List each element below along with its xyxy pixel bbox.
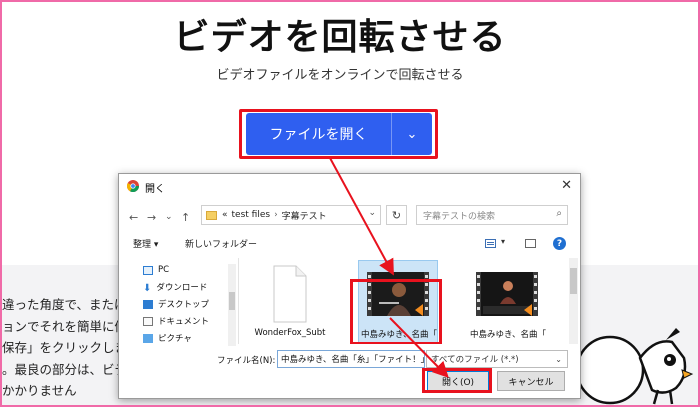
open-file-dialog[interactable]: 開く ✕ ← → ⌄ ↑ « test files › 字幕テスト ⌄ ↻ 字幕… [118,173,581,399]
selected-file-highlight [350,279,442,344]
organize-menu[interactable]: 整理 ▾ [133,237,158,250]
help-icon[interactable]: ? [553,237,566,250]
page-subtitle: ビデオファイルをオンラインで回転させる [216,68,464,83]
breadcrumb-segment[interactable]: 字幕テスト [282,209,327,222]
new-folder-button[interactable]: 新しいフォルダー [185,237,257,250]
navigation-pane: PC ⬇ ダウンロード デスクトップ ドキュメント ピクチャ [119,258,239,344]
file-item[interactable]: WonderFox_Subt [247,258,333,344]
breadcrumb-separator: › [274,210,278,220]
file-label: WonderFox_Subt [254,328,326,338]
sidebar-item-pictures[interactable]: ピクチャ [143,330,192,346]
address-prefix: « [222,210,228,220]
description-line: かかりません [2,383,77,398]
open-file-button[interactable]: ファイルを開く ⌄ [246,113,432,155]
file-list: WonderFox_Subt 中島みゆき、名曲「 中島みゆき、名曲「 [243,258,567,344]
desktop-icon [143,299,153,309]
filename-input[interactable]: 中島みゆき、名曲「糸」「ファイト！」 [277,350,425,368]
chevron-down-icon[interactable]: ⌄ [555,355,562,364]
documents-icon [143,316,153,326]
description-line: 保存」をクリックしま [2,340,128,355]
sidebar-item-desktop[interactable]: デスクトップ [143,296,209,312]
chrome-icon [127,180,139,192]
breadcrumb-segment[interactable]: test files [232,210,271,220]
filename-label: ファイル名(N): [217,356,276,366]
preview-pane-icon[interactable] [525,239,536,248]
sidebar-item-label: ピクチャ [158,334,192,344]
back-arrow-icon[interactable]: ← [129,211,138,224]
view-dropdown-icon[interactable]: ▾ [501,237,505,246]
page-title: ビデオを回転させる [173,17,507,58]
navigation-scrollbar[interactable] [228,264,236,346]
search-input[interactable]: 字幕テストの検索 ⌕ [416,205,568,225]
dialog-toolbar: 整理 ▾ 新しいフォルダー ▾ ? [119,232,580,254]
chevron-down-icon[interactable]: ⌄ [368,208,376,218]
file-list-scrollbar[interactable] [569,258,578,344]
mascot-illustration [580,328,694,405]
sidebar-item-label: デスクトップ [158,300,210,310]
search-placeholder: 字幕テストの検索 [423,211,496,222]
open-button-highlight [422,368,492,393]
open-file-button-label[interactable]: ファイルを開く [246,113,392,155]
chevron-down-icon[interactable]: ⌄ [392,113,432,155]
sidebar-item-label: ドキュメント [158,317,210,327]
refresh-icon[interactable]: ↻ [386,205,407,225]
forward-arrow-icon[interactable]: → [147,211,156,224]
pc-icon [143,265,153,275]
up-arrow-icon[interactable]: ↑ [181,211,190,224]
view-options-icon[interactable] [485,239,496,248]
dialog-title: 開く [145,184,165,195]
download-icon: ⬇ [143,282,152,294]
dialog-titlebar[interactable]: 開く ✕ [119,174,580,200]
document-file-icon [273,265,307,323]
cancel-button[interactable]: キャンセル [497,371,565,391]
sidebar-item-downloads[interactable]: ⬇ ダウンロード [143,279,207,295]
file-item[interactable]: 中島みゆき、名曲「 [465,258,551,344]
recent-dropdown-icon[interactable]: ⌄ [165,212,173,222]
pictures-icon [143,333,153,343]
description-line: 違った角度で、または [2,297,127,312]
file-label: 中島みゆき、名曲「 [470,330,546,340]
folder-icon [206,210,217,220]
search-icon: ⌕ [556,208,562,219]
sidebar-item-label: ダウンロード [156,283,208,293]
description-line: 。最良の部分は、ビデ [2,361,128,377]
description-text: 違った角度で、または ョンでそれを簡単に修 保存」をクリックしま 。最良の部分は… [2,294,127,402]
address-bar[interactable]: « test files › 字幕テスト ⌄ [201,205,381,225]
close-icon[interactable]: ✕ [561,178,572,193]
sidebar-item-documents[interactable]: ドキュメント [143,313,209,329]
filetype-value: すべてのファイル (*.*) [431,355,519,365]
video-file-thumbnail [476,272,538,316]
filetype-select[interactable]: すべてのファイル (*.*) ⌄ [426,350,568,368]
sidebar-item-pc[interactable]: PC [143,262,169,278]
sidebar-item-label: PC [158,265,170,275]
description-line: ョンでそれを簡単に修 [2,318,128,334]
